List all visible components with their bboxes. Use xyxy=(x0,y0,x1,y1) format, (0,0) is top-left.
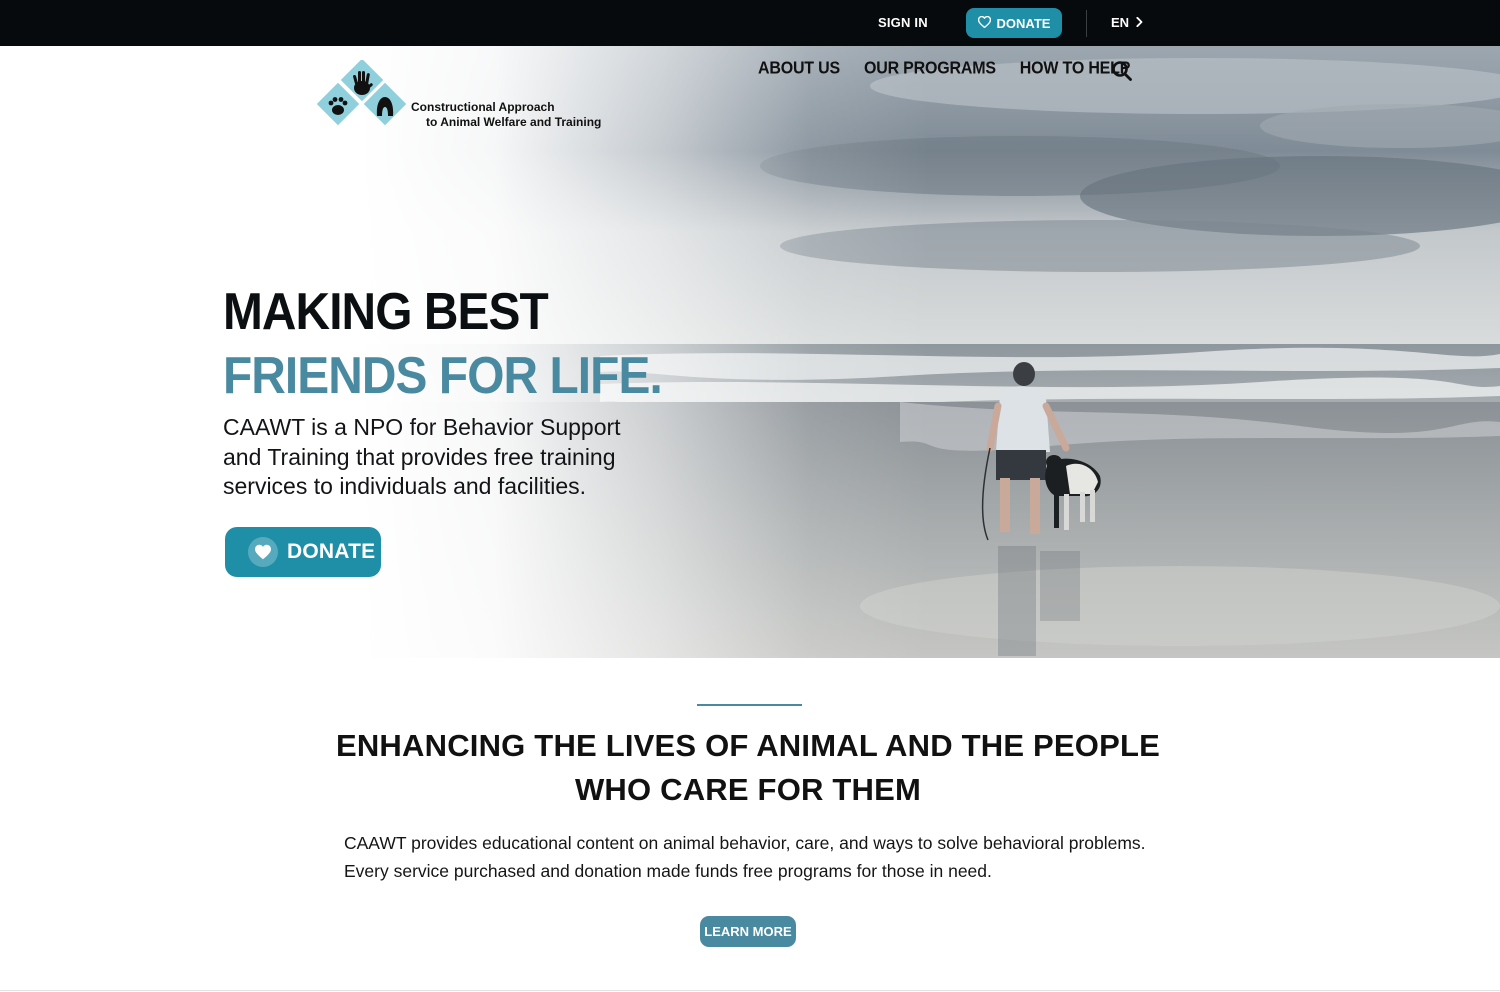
mission-heading-line-2: WHO CARE FOR THEM xyxy=(574,772,922,807)
hero-donate-label: DONATE xyxy=(287,540,376,563)
hero-donate-button[interactable]: DONATE xyxy=(225,527,381,577)
hero-headline-line-2: FRIENDS FOR LIFE. xyxy=(223,347,663,405)
mission-text-line-1: CAAWT provides educational content on an… xyxy=(344,833,1146,853)
learn-more-button[interactable]: LEARN MORE xyxy=(700,916,796,947)
nav-our-programs[interactable]: OUR PROGRAMS xyxy=(864,59,996,78)
section-divider xyxy=(697,704,802,706)
section-bottom-border xyxy=(0,990,1500,991)
header-donate-label: DONATE xyxy=(996,15,1051,31)
language-selector[interactable]: EN xyxy=(1111,15,1143,30)
chevron-right-icon xyxy=(1135,15,1143,30)
mission-text-line-2: Every service purchased and donation mad… xyxy=(344,861,992,881)
logo-mark xyxy=(316,60,407,126)
language-label: EN xyxy=(1111,15,1130,30)
logo-line-2: to Animal Welfare and Training xyxy=(426,115,602,129)
header-donate-button[interactable]: DONATE xyxy=(966,8,1062,38)
caawt-logo[interactable]: Constructional Approach to Animal Welfar… xyxy=(310,60,610,156)
heart-icon xyxy=(248,537,278,567)
hero-description: CAAWT is a NPO for Behavior Support and … xyxy=(223,414,621,499)
topbar-divider xyxy=(1086,10,1087,37)
sign-in-link[interactable]: SIGN IN xyxy=(878,15,928,30)
logo-wordmark: Constructional Approach to Animal Welfar… xyxy=(411,100,601,130)
main-nav: ABOUT US OUR PROGRAMS HOW TO HELP xyxy=(758,59,1130,78)
mission-text: CAAWT provides educational content on an… xyxy=(344,829,1204,885)
top-bar: SIGN IN DONATE EN xyxy=(0,0,1500,46)
logo-line-1: Constructional Approach xyxy=(411,100,555,114)
nav-about-us[interactable]: ABOUT US xyxy=(758,59,840,78)
mission-heading-line-1: ENHANCING THE LIVES OF ANIMAL AND THE PE… xyxy=(335,728,1161,763)
hero-headline-line-1: MAKING BEST xyxy=(223,283,549,341)
mission-heading: ENHANCING THE LIVES OF ANIMAL AND THE PE… xyxy=(300,724,1196,812)
heart-icon xyxy=(977,15,991,31)
hero-section: Constructional Approach to Animal Welfar… xyxy=(0,46,1500,658)
search-icon[interactable] xyxy=(1111,60,1133,82)
